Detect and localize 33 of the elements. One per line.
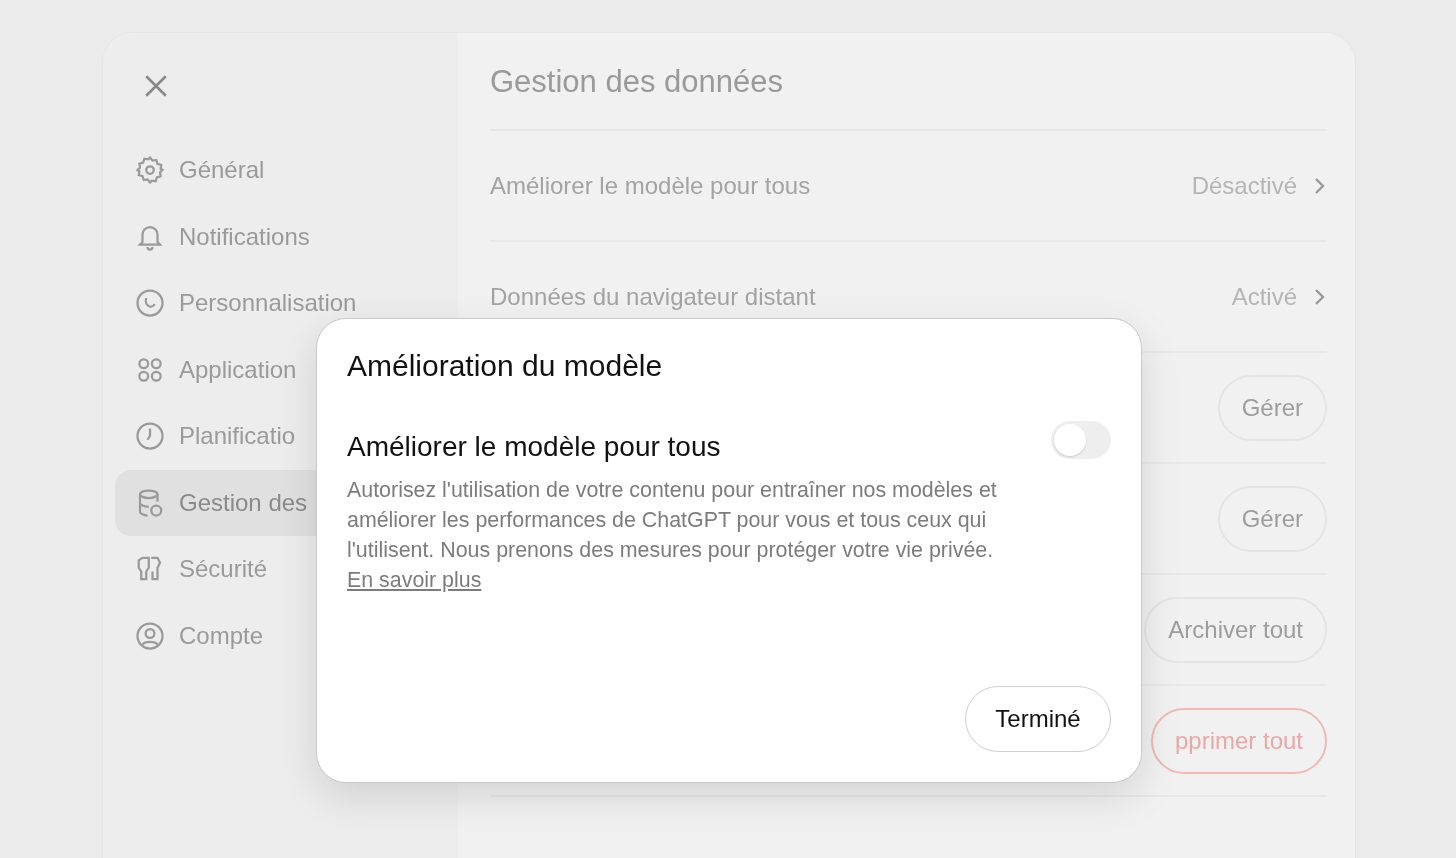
action-button[interactable]: pprimer tout (1150, 707, 1327, 774)
sidebar-label: Gestion des (179, 490, 308, 515)
sidebar-label: Notifications (179, 224, 310, 249)
learn-more-link[interactable]: En savoir plus (347, 568, 482, 592)
sidebar-label: Général (179, 158, 265, 183)
clock-face-icon (135, 288, 165, 319)
action-button[interactable]: Archiver tout (1144, 596, 1327, 663)
section-title: Gestion des données (490, 45, 1327, 131)
sidebar-label: Compte (179, 623, 264, 648)
sidebar-item[interactable]: Personnalisation (115, 270, 446, 337)
user-icon (135, 620, 165, 651)
sidebar-label: Planificatio (179, 424, 296, 449)
close-icon[interactable] (143, 73, 169, 99)
setting-label: Améliorer le modèle pour tous (490, 171, 811, 200)
action-button[interactable]: Gérer (1217, 485, 1327, 552)
sidebar-item[interactable]: Notifications (115, 203, 446, 270)
setting-value: Activé (1231, 282, 1297, 311)
sidebar-item[interactable]: Général (115, 137, 446, 204)
sidebar-label: Application (179, 357, 297, 382)
clock-icon (135, 421, 165, 452)
gear-icon (135, 155, 165, 186)
setting-label: Améliorer le modèle pour tous (347, 431, 721, 463)
sidebar-item[interactable]: Compte (115, 602, 446, 669)
action-button[interactable]: Gérer (1217, 374, 1327, 441)
setting-label: Données du navigateur distant (490, 282, 816, 311)
chevron-icon[interactable] (1313, 286, 1327, 307)
toggle-switch[interactable] (1051, 421, 1111, 459)
done-button[interactable]: Terminé (965, 686, 1111, 752)
sidebar-label: Personnalisation (179, 291, 357, 316)
chevron-icon[interactable] (1313, 175, 1327, 196)
sidebar-label: Sécurité (179, 557, 268, 582)
dialog-title: Amélioration du modèle (347, 349, 664, 383)
setting-value: Désactivé (1191, 171, 1297, 200)
